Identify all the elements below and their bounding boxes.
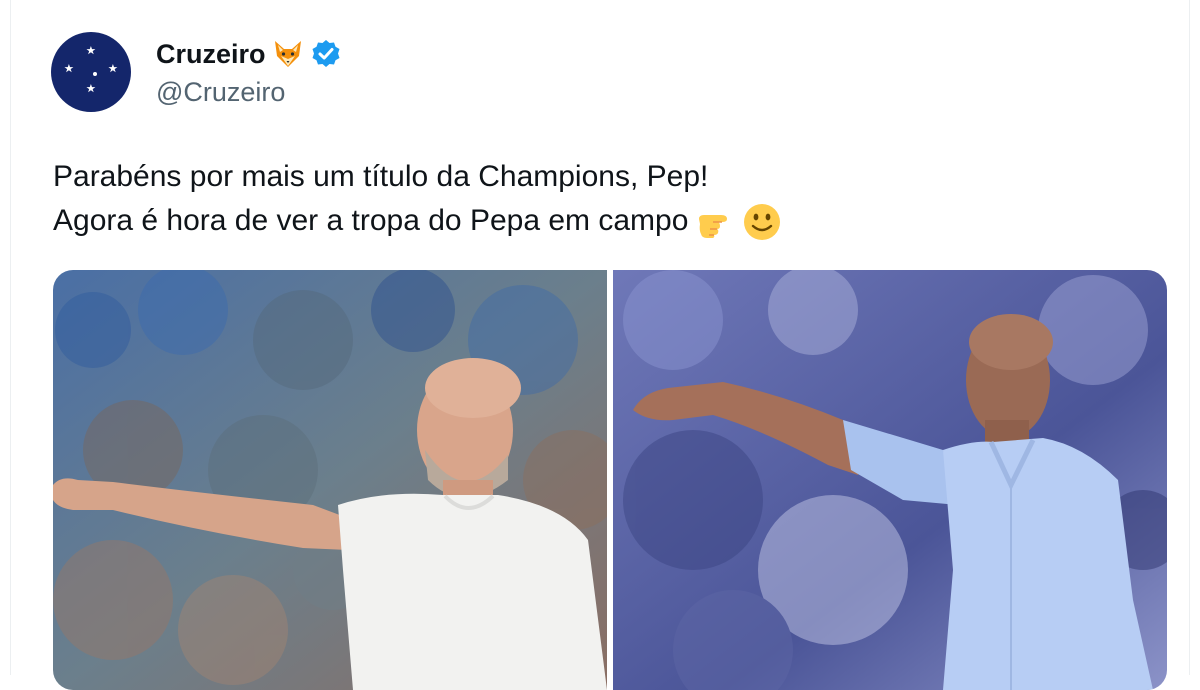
- media-photo-1[interactable]: [53, 270, 607, 690]
- smiling-face-emoji-icon: [742, 202, 781, 240]
- coach-blue-shirt-photo-icon: [613, 270, 1167, 690]
- tweet-text-line-1: Parabéns por mais um título da Champions…: [53, 155, 1153, 199]
- media-photo-2[interactable]: [613, 270, 1167, 690]
- pointing-right-emoji-icon: [696, 202, 734, 240]
- coach-white-shirt-photo-icon: [53, 270, 607, 690]
- tweet-text-line-2-text: Agora é hora de ver a tropa do Pepa em c…: [53, 204, 689, 237]
- verified-badge-icon[interactable]: [310, 38, 342, 70]
- tweet-card: Cruzeiro @Cruzeiro Parabéns por mais um …: [10, 0, 1190, 690]
- fox-emoji-icon: [272, 38, 304, 70]
- author-handle[interactable]: @Cruzeiro: [156, 77, 285, 108]
- display-name[interactable]: Cruzeiro: [156, 39, 266, 70]
- tweet-text: Parabéns por mais um título da Champions…: [53, 155, 1153, 243]
- avatar[interactable]: [51, 32, 131, 112]
- tweet-media: [53, 270, 1167, 690]
- tweet-text-line-1-text: Parabéns por mais um título da Champions…: [53, 160, 709, 193]
- tweet-text-line-2: Agora é hora de ver a tropa do Pepa em c…: [53, 199, 1153, 243]
- author-name-row[interactable]: Cruzeiro: [156, 36, 342, 72]
- cruzeiro-crest-icon: [51, 32, 131, 112]
